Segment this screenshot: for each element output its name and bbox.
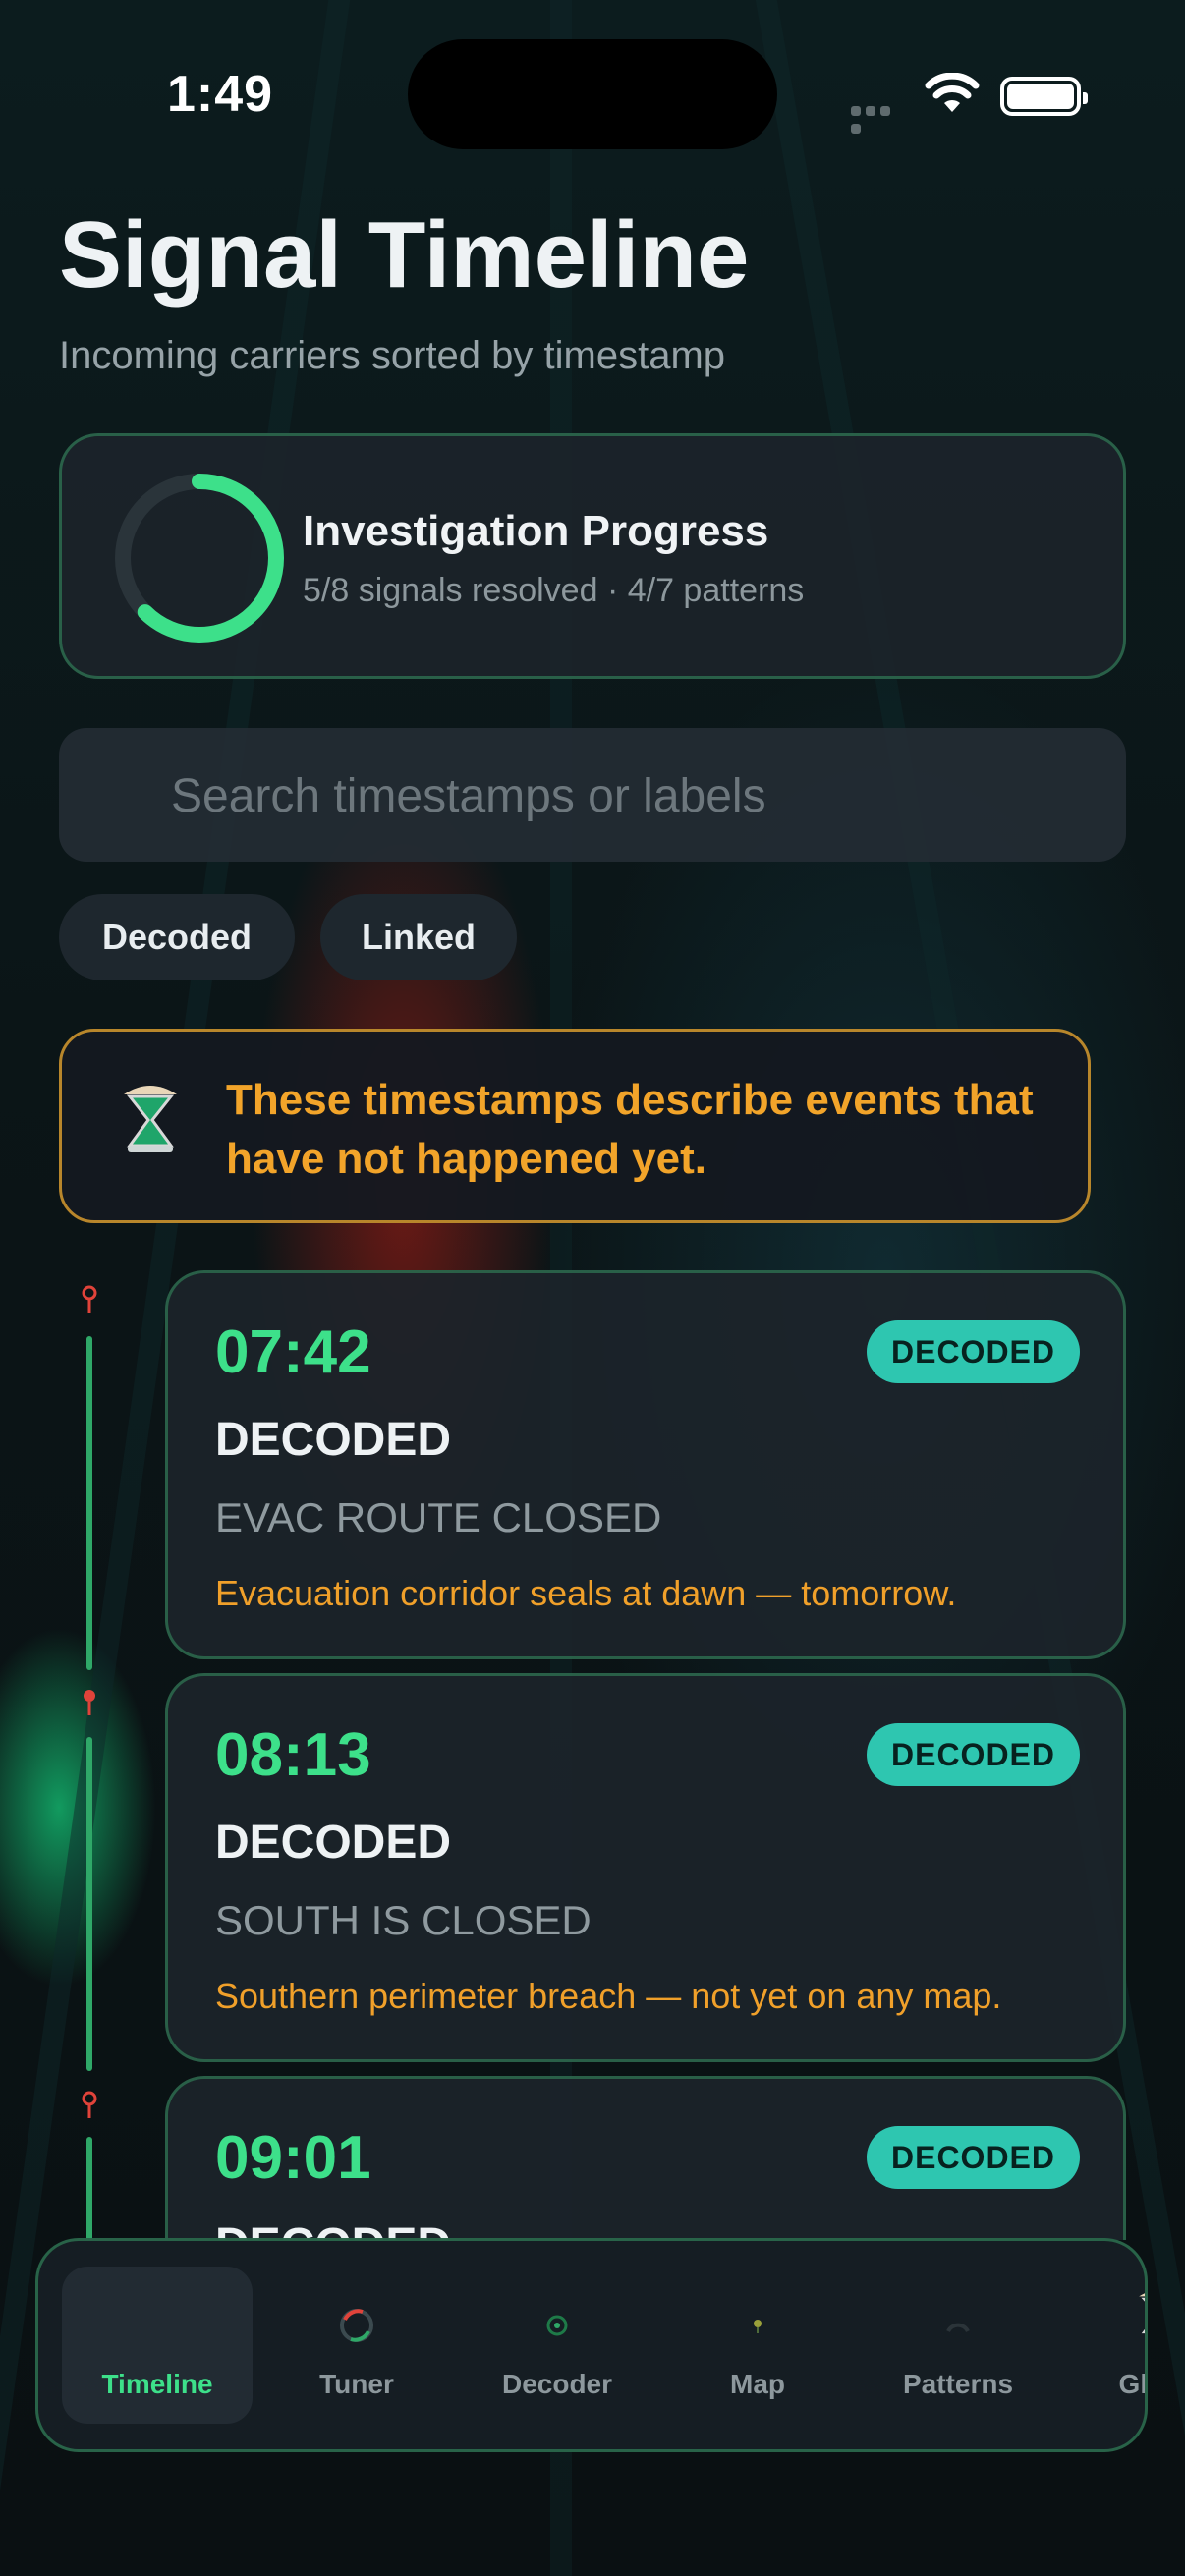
tab-timeline[interactable]: Timeline (62, 2267, 253, 2424)
tab-tuner[interactable]: Tuner (261, 2267, 452, 2424)
progress-title: Investigation Progress (303, 507, 769, 555)
signal-note: Evacuation corridor seals at dawn — tomo… (215, 1573, 957, 1613)
signal-card[interactable]: 09:01 DECODED DECODED (165, 2076, 1126, 2240)
signal-timestamp: 07:42 (215, 1318, 371, 1386)
tab-label: Map (730, 2369, 785, 2399)
tab-label: Timeline (101, 2369, 213, 2399)
timeline-rail (86, 1336, 92, 1670)
tuner-dial-icon (340, 2309, 373, 2342)
tab-label: Ghost (1118, 2369, 1145, 2399)
signal-card[interactable]: 08:13 DECODED DECODED SOUTH IS CLOSED So… (165, 1673, 1126, 2062)
tab-label: Tuner (319, 2369, 394, 2399)
search-input[interactable]: Search timestamps or labels (59, 728, 1126, 862)
search-placeholder: Search timestamps or labels (171, 770, 766, 822)
timeline-rail (86, 1737, 92, 2071)
wifi-icon (925, 73, 980, 112)
tab-patterns[interactable]: Patterns (863, 2267, 1053, 2424)
page-subtitle: Incoming carriers sorted by timestamp (59, 334, 726, 377)
timeline-rail (86, 2137, 92, 2240)
tab-map[interactable]: Map (662, 2267, 853, 2424)
signal-status: DECODED (215, 2218, 451, 2240)
filter-chip-decoded[interactable]: Decoded (59, 894, 295, 980)
signal-label: SOUTH IS CLOSED (215, 1897, 592, 1943)
signal-card[interactable]: 07:42 DECODED DECODED EVAC ROUTE CLOSED … (165, 1270, 1126, 1659)
battery-icon (1000, 77, 1088, 116)
signal-label: EVAC ROUTE CLOSED (215, 1494, 662, 1540)
status-bar: 1:49 (0, 0, 1185, 149)
tab-decoder[interactable]: Decoder (462, 2267, 652, 2424)
warning-banner: These timestamps describe events that ha… (59, 1029, 1091, 1223)
timeline-pin-icon (82, 2091, 97, 2118)
signal-note: Southern perimeter breach — not yet on a… (215, 1976, 1002, 2016)
page-title: Signal Timeline (59, 202, 750, 308)
progress-ring-icon (115, 474, 284, 643)
signal-timestamp: 09:01 (215, 2124, 371, 2192)
signal-status: DECODED (215, 1817, 452, 1869)
tab-ghost[interactable]: Ghost (1063, 2267, 1145, 2424)
cellular-signal-icon (851, 103, 908, 134)
tab-label: Patterns (902, 2369, 1014, 2399)
timeline-pin-icon (82, 1285, 97, 1313)
status-badge: DECODED (866, 1320, 1080, 1383)
map-pin-icon (754, 2320, 762, 2333)
warning-text: These timestamps describe events that ha… (226, 1076, 1034, 1183)
dynamic-island (408, 39, 777, 149)
tab-bar: Timeline Tuner Decoder Map Patterns Ghos… (35, 2238, 1148, 2452)
progress-detail: 5/8 signals resolved · 4/7 patterns (303, 572, 805, 609)
filter-chip-linked[interactable]: Linked (320, 894, 517, 980)
signal-status: DECODED (215, 1414, 452, 1466)
hourglass-icon (124, 1086, 177, 1152)
timeline-pin-icon (84, 1690, 95, 1715)
hourglass-icon (1139, 2293, 1145, 2334)
decoder-icon (546, 2315, 568, 2336)
signal-timeline-list[interactable]: 07:42 DECODED DECODED EVAC ROUTE CLOSED … (0, 1258, 1185, 2240)
patterns-icon (946, 2323, 970, 2333)
signal-timestamp: 08:13 (215, 1721, 371, 1789)
status-time: 1:49 (167, 66, 274, 123)
investigation-progress-card[interactable]: Investigation Progress 5/8 signals resol… (59, 433, 1126, 679)
tab-label: Decoder (501, 2369, 613, 2399)
status-badge: DECODED (866, 1723, 1080, 1786)
status-badge: DECODED (866, 2126, 1080, 2189)
